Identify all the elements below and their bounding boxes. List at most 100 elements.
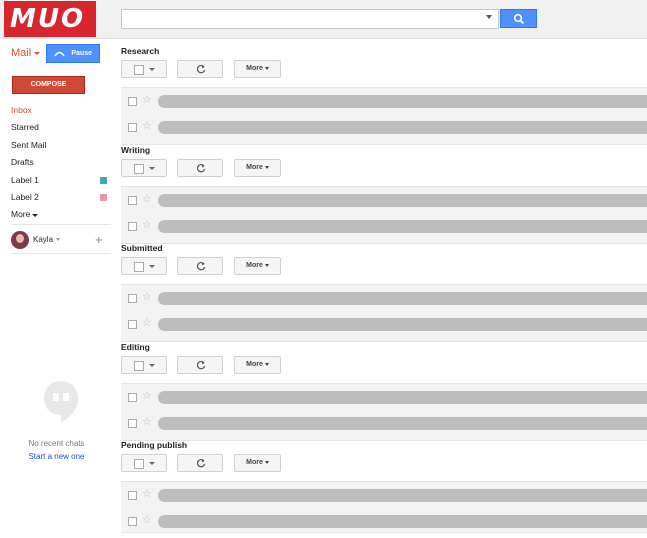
email-list: ☆ ☆	[121, 87, 647, 145]
section-toolbar: More	[121, 454, 647, 473]
more-button[interactable]: More	[234, 257, 281, 275]
star-icon[interactable]: ☆	[142, 291, 152, 303]
star-icon[interactable]: ☆	[142, 488, 152, 500]
search-options-chevron-down-icon[interactable]	[486, 15, 492, 19]
refresh-button[interactable]	[177, 356, 223, 374]
compose-button[interactable]: COMPOSE	[12, 76, 85, 94]
email-row[interactable]: ☆	[121, 483, 647, 509]
more-label: More	[246, 164, 263, 171]
star-icon[interactable]: ☆	[142, 120, 152, 132]
email-row[interactable]: ☆	[121, 188, 647, 214]
sidebar-item-drafts[interactable]: Drafts	[11, 154, 107, 171]
email-row[interactable]: ☆	[121, 115, 647, 141]
row-checkbox[interactable]	[128, 491, 137, 500]
row-checkbox[interactable]	[128, 97, 137, 106]
inbox-section-pending-publish: Pending publish More ☆ ☆	[121, 440, 647, 538]
section-toolbar: More	[121, 356, 647, 375]
star-icon[interactable]: ☆	[142, 193, 152, 205]
email-placeholder-bar	[158, 194, 647, 207]
email-placeholder-bar	[158, 121, 647, 134]
hangouts-icon	[44, 381, 78, 423]
email-row[interactable]: ☆	[121, 286, 647, 312]
sidebar-item-label-2[interactable]: Label 2	[11, 189, 107, 206]
nav-label: Drafts	[11, 157, 34, 168]
email-row[interactable]: ☆	[121, 385, 647, 411]
section-title: Writing	[121, 145, 151, 155]
more-button[interactable]: More	[234, 60, 281, 78]
select-checkbox-button[interactable]	[121, 454, 167, 472]
select-checkbox-button[interactable]	[121, 159, 167, 177]
select-checkbox-button[interactable]	[121, 60, 167, 78]
refresh-button[interactable]	[177, 159, 223, 177]
star-icon[interactable]: ☆	[142, 514, 152, 526]
refresh-icon	[196, 64, 206, 74]
email-placeholder-bar	[158, 318, 647, 331]
row-checkbox[interactable]	[128, 222, 137, 231]
section-toolbar: More	[121, 159, 647, 178]
star-icon[interactable]: ☆	[142, 390, 152, 402]
email-row[interactable]: ☆	[121, 214, 647, 240]
more-label: More	[246, 361, 263, 368]
chat-user[interactable]: Kayla +	[11, 231, 107, 249]
pause-button[interactable]: Pause	[46, 44, 100, 63]
email-placeholder-bar	[158, 220, 647, 233]
email-row[interactable]: ☆	[121, 312, 647, 338]
chevron-down-icon	[149, 68, 155, 71]
inbox-section-editing: Editing More ☆ ☆	[121, 342, 647, 441]
select-checkbox-button[interactable]	[121, 257, 167, 275]
search-button[interactable]	[500, 9, 537, 28]
star-icon[interactable]: ☆	[142, 317, 152, 329]
section-toolbar: More	[121, 60, 647, 79]
row-checkbox[interactable]	[128, 196, 137, 205]
avatar	[11, 231, 29, 249]
star-icon[interactable]: ☆	[142, 219, 152, 231]
more-button[interactable]: More	[234, 454, 281, 472]
chevron-down-icon	[264, 362, 269, 366]
row-checkbox[interactable]	[128, 320, 137, 329]
muo-logo[interactable]: MUO	[4, 1, 96, 37]
sidebar-item-starred[interactable]: Starred	[11, 119, 107, 136]
sidebar-item-inbox[interactable]: Inbox	[11, 102, 107, 119]
email-row[interactable]: ☆	[121, 411, 647, 437]
chevron-down-icon	[264, 165, 269, 169]
label-color-swatch[interactable]	[100, 176, 107, 184]
nav-list: Inbox Starred Sent Mail Drafts Label 1 L…	[11, 102, 107, 224]
search-input[interactable]	[121, 9, 499, 29]
row-checkbox[interactable]	[128, 294, 137, 303]
pause-icon	[54, 51, 65, 57]
star-icon[interactable]: ☆	[142, 416, 152, 428]
nav-label: Label 2	[11, 191, 39, 202]
more-label: More	[246, 459, 263, 466]
email-row[interactable]: ☆	[121, 509, 647, 535]
row-checkbox[interactable]	[128, 123, 137, 132]
sidebar-item-more[interactable]: More	[11, 206, 107, 223]
row-checkbox[interactable]	[128, 393, 137, 402]
chevron-down-icon	[264, 460, 269, 464]
mail-menu[interactable]: Mail	[11, 47, 41, 59]
label-color-swatch[interactable]	[100, 193, 107, 201]
section-toolbar: More	[121, 257, 647, 276]
email-placeholder-bar	[158, 95, 647, 108]
email-placeholder-bar	[158, 391, 647, 404]
inbox-section-research: Research More ☆ ☆	[121, 46, 647, 145]
search-icon	[513, 13, 525, 25]
row-checkbox[interactable]	[128, 419, 137, 428]
star-icon[interactable]: ☆	[142, 94, 152, 106]
start-new-chat-link[interactable]: Start a new one	[0, 452, 113, 461]
sidebar-item-label-1[interactable]: Label 1	[11, 172, 107, 189]
row-checkbox[interactable]	[128, 517, 137, 526]
add-chat-icon[interactable]: +	[95, 232, 103, 247]
nav-label: Starred	[11, 122, 39, 133]
more-button[interactable]: More	[234, 159, 281, 177]
nav-label: Label 1	[11, 174, 39, 185]
nav-label: Inbox	[11, 105, 32, 115]
refresh-button[interactable]	[177, 60, 223, 78]
more-button[interactable]: More	[234, 356, 281, 374]
checkbox-icon	[134, 65, 144, 75]
sidebar-item-sent-mail[interactable]: Sent Mail	[11, 137, 107, 154]
select-checkbox-button[interactable]	[121, 356, 167, 374]
inbox-section-writing: Writing More ☆ ☆	[121, 145, 647, 244]
refresh-button[interactable]	[177, 454, 223, 472]
refresh-button[interactable]	[177, 257, 223, 275]
email-row[interactable]: ☆	[121, 89, 647, 115]
